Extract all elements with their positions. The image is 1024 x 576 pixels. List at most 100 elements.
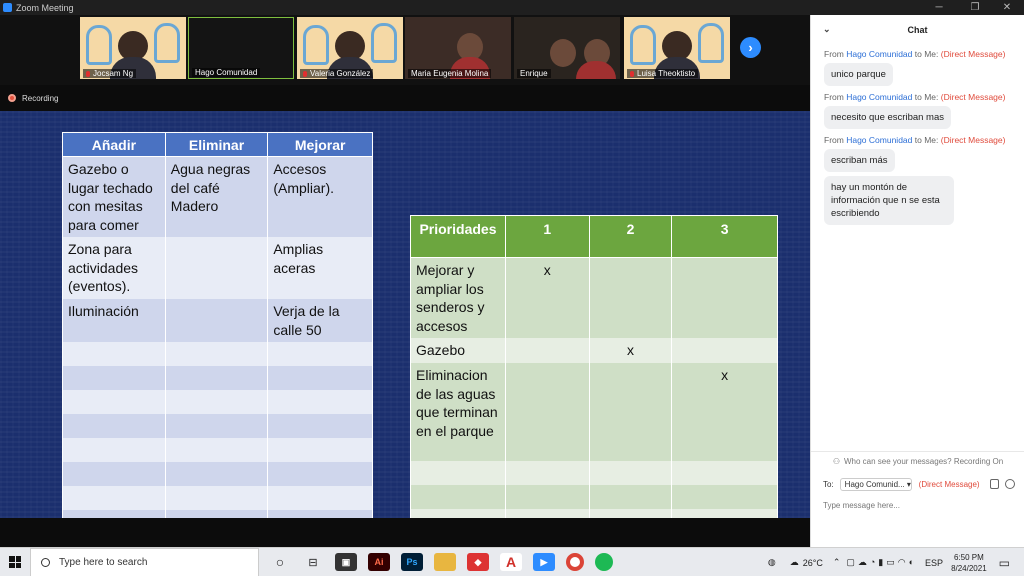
table-cell: [62, 462, 166, 486]
message-bubble: necesito que escriban mas: [824, 106, 952, 129]
table-cell: [164, 510, 269, 518]
participant-tile[interactable]: Luisa Theoktisto: [624, 17, 730, 79]
logo-hand-icon: [86, 25, 112, 65]
table-cell: [267, 390, 373, 414]
zoom-app-icon[interactable]: ▶: [533, 553, 555, 571]
from-label: From: [824, 49, 844, 59]
chevron-down-icon[interactable]: ⌄: [823, 24, 831, 35]
emoji-icon[interactable]: [1004, 479, 1015, 489]
muted-mic-icon: [303, 70, 307, 77]
table-row: Mejorar y ampliar los senderos y accesos…: [410, 257, 778, 338]
acrobat-icon[interactable]: A: [500, 553, 522, 571]
table-cell: Verja de la calle 50: [267, 299, 373, 342]
clock-date: 8/24/2021: [951, 563, 987, 573]
table-cell: [62, 366, 166, 390]
file-icon[interactable]: [989, 479, 999, 489]
spotify-icon[interactable]: [595, 553, 613, 571]
maximize-button[interactable]: ❐: [960, 0, 990, 15]
muted-mic-icon: [86, 70, 90, 77]
participant-tile[interactable]: Maria Eugenia Molina: [405, 17, 511, 79]
table-cell: [504, 485, 590, 509]
actions-table: Añadir Eliminar Mejorar Gazebo o lugar t…: [62, 132, 373, 518]
tray-chevron-icon[interactable]: ⌃: [833, 557, 841, 568]
start-button[interactable]: [0, 548, 30, 576]
table-cell: [62, 390, 166, 414]
search-placeholder: Type here to search: [59, 556, 148, 568]
notifications-icon[interactable]: ▭: [999, 556, 1010, 570]
weather-icon[interactable]: ☁: [790, 557, 799, 568]
logo-hand-icon: [371, 23, 397, 63]
table-header-cell: 2: [588, 215, 673, 258]
sender-name[interactable]: Hago Comunidad: [846, 92, 912, 102]
taskbar: Type here to search ○ ⊟ ▣ Ai Ps ◆ A ▶ ◍ …: [0, 547, 1024, 576]
participant-tile[interactable]: Enrique: [514, 17, 620, 79]
table-cell: [504, 338, 590, 363]
pdf-reader-icon[interactable]: ◆: [467, 553, 489, 571]
minimize-button[interactable]: ─: [924, 0, 954, 15]
table-cell: [164, 299, 269, 342]
table-cell: Gazebo o lugar techado con mesitas para …: [62, 156, 166, 237]
recipient-label: to Me:: [914, 49, 939, 59]
close-button[interactable]: ✕: [992, 0, 1022, 15]
participant-body: [576, 61, 616, 79]
sender-name[interactable]: Hago Comunidad: [846, 49, 912, 59]
who-can-see-link[interactable]: ⚇ Who can see your messages? Recording On: [811, 452, 1024, 470]
participant-tile[interactable]: Valeria González: [297, 17, 403, 79]
participant-video: [550, 39, 576, 67]
table-cell: [267, 510, 373, 518]
clock[interactable]: 6:50 PM 8/24/2021: [951, 552, 987, 574]
logo-hand-icon: [698, 23, 724, 63]
search-icon: [41, 557, 50, 567]
table-cell: [164, 390, 269, 414]
table-row: Zona para actividades (eventos). Amplias…: [62, 237, 373, 299]
participant-name-text: Maria Eugenia Molina: [411, 69, 489, 78]
chat-panel: ⌄ Chat From Hago Comunidad to Me: (Direc…: [810, 15, 1024, 547]
muted-mic-icon: [630, 70, 634, 77]
table-cell: [588, 485, 673, 509]
table-row-empty: [62, 510, 373, 518]
table-row: Gazebo x: [410, 338, 778, 363]
message-bubble: unico parque: [824, 63, 893, 86]
table-cell: x: [671, 363, 778, 461]
table-cell: Gazebo: [410, 338, 506, 363]
participant-tile[interactable]: Jocsam Ng: [80, 17, 186, 79]
table-row-empty: [62, 486, 373, 510]
file-explorer-icon[interactable]: [434, 553, 456, 571]
participant-name-text: Hago Comunidad: [195, 68, 258, 77]
table-row-empty: [62, 462, 373, 486]
table-cell: x: [504, 257, 590, 338]
recipient-value: Hago Comunid...: [844, 479, 905, 489]
language-indicator[interactable]: ESP: [925, 558, 943, 568]
sender-name[interactable]: Hago Comunidad: [846, 135, 912, 145]
table-row-empty: [62, 366, 373, 390]
table-row: Eliminacion de las aguas que terminan en…: [410, 363, 778, 461]
participant-tile[interactable]: Hago Comunidad: [188, 17, 294, 79]
from-label: From: [824, 135, 844, 145]
store-icon[interactable]: ▣: [335, 553, 357, 571]
network-status-icon[interactable]: ◍: [768, 557, 776, 568]
taskbar-search[interactable]: Type here to search: [30, 547, 259, 576]
tray-icons[interactable]: ▢☁◔▮▭◠◐: [846, 557, 917, 568]
chrome-icon[interactable]: [566, 553, 584, 571]
participant-strip: Jocsam Ng Hago Comunidad Valeria Gonzále…: [0, 15, 810, 85]
task-view-icon[interactable]: ⊟: [302, 553, 324, 571]
cortana-icon[interactable]: ○: [269, 553, 291, 571]
table-cell: [164, 462, 269, 486]
message-input[interactable]: Type message here...: [811, 495, 1024, 510]
table-cell: [504, 509, 590, 518]
table-cell: Eliminacion de las aguas que terminan en…: [410, 363, 506, 461]
direct-message-label: (Direct Message): [940, 92, 1006, 102]
recipient-select[interactable]: Hago Comunid... ▾: [839, 477, 912, 491]
table-cell: [410, 485, 506, 509]
table-cell: [588, 363, 673, 461]
table-header-cell: 3: [671, 215, 778, 258]
table-header-row: Prioridades 1 2 3: [410, 215, 778, 258]
table-cell: [62, 342, 166, 366]
system-tray: ◍ ☁ 26°C ⌃ ▢☁◔▮▭◠◐ ESP 6:50 PM 8/24/2021…: [768, 548, 1024, 576]
illustrator-icon[interactable]: Ai: [368, 553, 390, 571]
table-cell: Mejorar y ampliar los senderos y accesos: [410, 257, 506, 338]
photoshop-icon[interactable]: Ps: [401, 553, 423, 571]
weather-temperature[interactable]: 26°C: [803, 558, 823, 568]
table-cell: [267, 342, 373, 366]
next-page-chevron-icon[interactable]: ›: [740, 37, 761, 58]
